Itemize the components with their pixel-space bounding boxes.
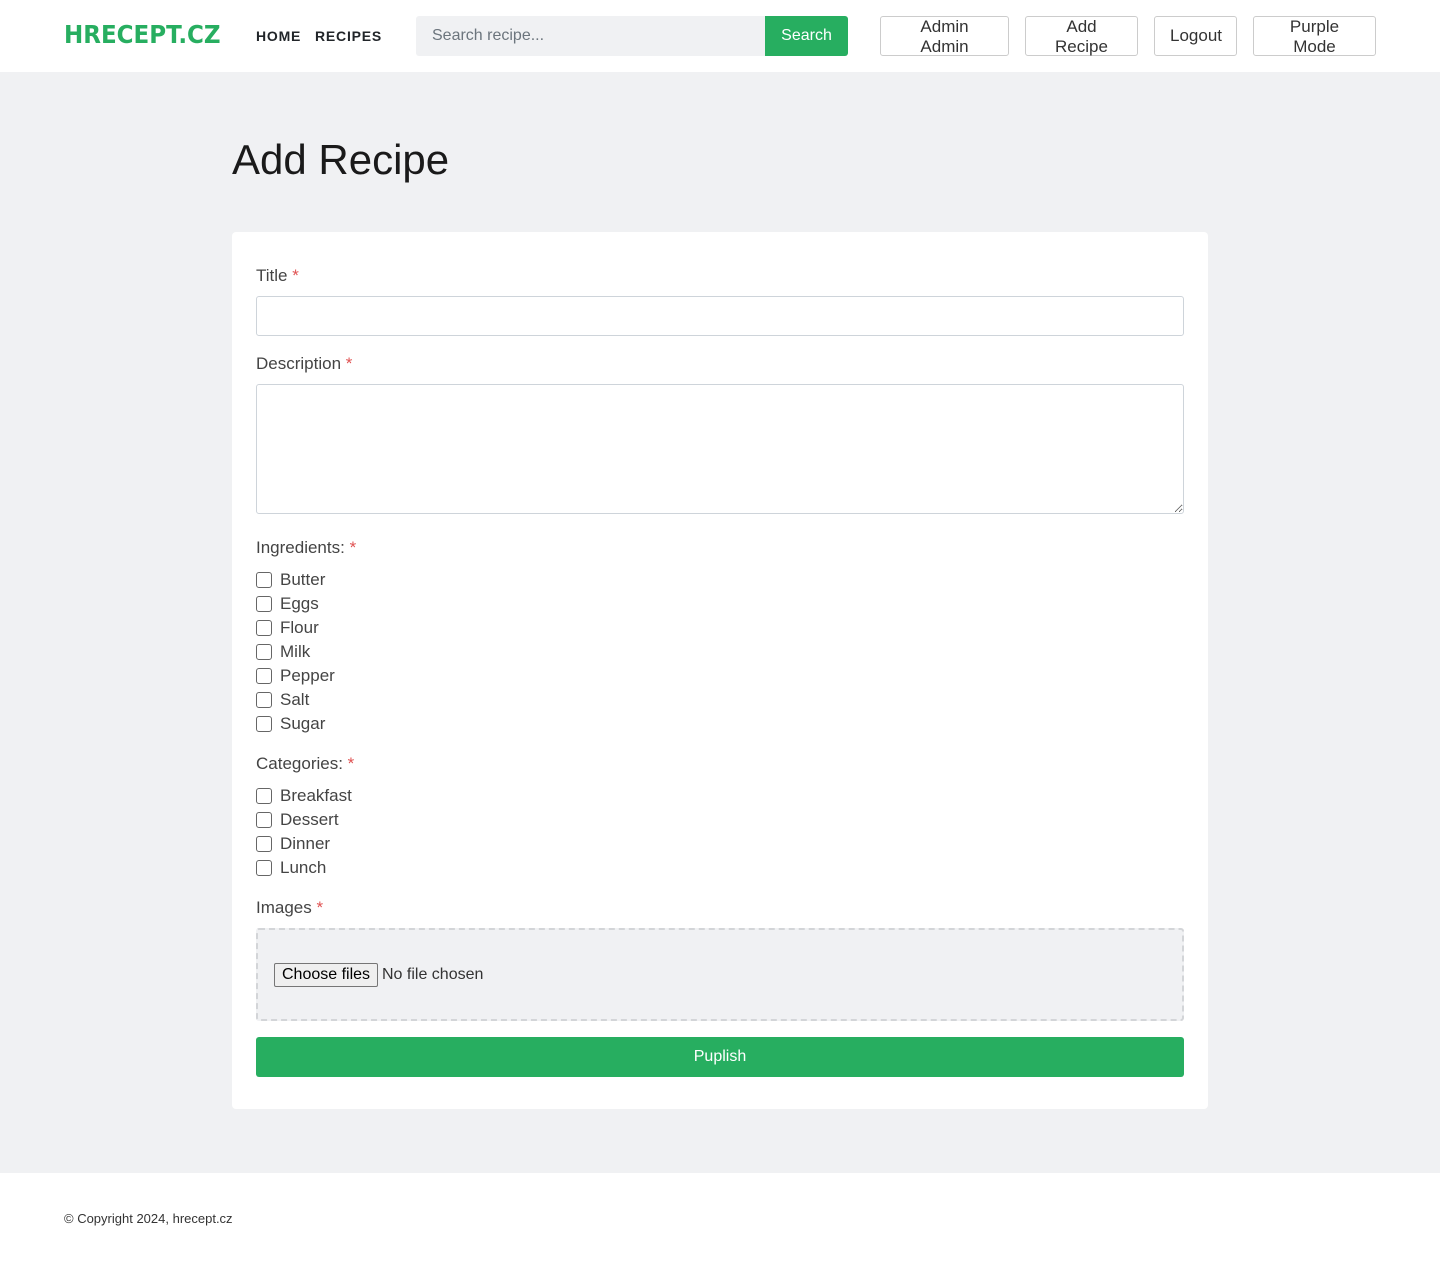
required-marker: *	[345, 354, 353, 373]
title-label-text: Title	[256, 266, 288, 285]
category-option[interactable]: Breakfast	[256, 786, 352, 806]
ingredient-label: Salt	[280, 690, 310, 709]
ingredient-option[interactable]: Butter	[256, 570, 325, 590]
page-title: Add Recipe	[232, 136, 450, 183]
ingredient-checkbox[interactable]	[256, 644, 272, 660]
required-marker: *	[347, 754, 355, 773]
copyright-text: © Copyright 2024, hrecept.cz	[64, 1211, 233, 1226]
ingredient-checkbox[interactable]	[256, 692, 272, 708]
ingredient-option[interactable]: Eggs	[256, 594, 319, 614]
category-label: Breakfast	[280, 786, 352, 805]
choose-files-button[interactable]: Choose files	[274, 963, 379, 987]
ingredient-label: Butter	[280, 570, 326, 589]
search-button[interactable]: Search	[765, 16, 848, 56]
description-textarea[interactable]	[256, 384, 1184, 514]
category-label: Dessert	[280, 810, 339, 829]
category-checkbox[interactable]	[256, 836, 272, 852]
category-option[interactable]: Lunch	[256, 858, 326, 878]
site-footer: © Copyright 2024, hrecept.cz	[0, 1173, 1440, 1261]
ingredient-option[interactable]: Sugar	[256, 714, 325, 734]
purple-mode-button[interactable]: Purple Mode	[1253, 16, 1376, 56]
logout-button[interactable]: Logout	[1154, 16, 1237, 56]
add-recipe-form: Title * Description * Ingredients: * But…	[232, 232, 1208, 1109]
images-label-text: Images	[256, 898, 312, 917]
ingredient-checkbox[interactable]	[256, 620, 272, 636]
category-option[interactable]: Dessert	[256, 810, 339, 830]
publish-button[interactable]: Puplish	[256, 1037, 1184, 1077]
ingredient-label: Sugar	[280, 714, 326, 733]
ingredients-label: Ingredients: *	[256, 538, 356, 558]
ingredient-checkbox[interactable]	[256, 572, 272, 588]
search-input[interactable]	[416, 16, 766, 56]
category-label: Dinner	[280, 834, 331, 853]
description-label-text: Description	[256, 354, 342, 373]
title-label: Title *	[256, 266, 299, 286]
required-marker: *	[292, 266, 299, 285]
ingredient-checkbox[interactable]	[256, 716, 272, 732]
title-input[interactable]	[256, 296, 1184, 336]
ingredient-option[interactable]: Pepper	[256, 666, 335, 686]
categories-label-text: Categories:	[256, 754, 343, 773]
add-recipe-button[interactable]: Add Recipe	[1025, 16, 1138, 56]
nav-home-link[interactable]: HOME	[256, 28, 301, 44]
description-label: Description *	[256, 354, 352, 374]
ingredient-option[interactable]: Milk	[256, 642, 310, 662]
category-checkbox[interactable]	[256, 788, 272, 804]
category-option[interactable]: Dinner	[256, 834, 330, 854]
site-logo[interactable]: HRECEPT.CZ	[64, 20, 221, 50]
main-content: Add Recipe Title * Description * Ingredi…	[0, 72, 1440, 1173]
ingredient-option[interactable]: Salt	[256, 690, 309, 710]
category-label: Lunch	[280, 858, 327, 877]
file-status-text: No file chosen	[382, 966, 484, 983]
image-dropzone[interactable]: Choose files No file chosen	[256, 928, 1184, 1021]
images-label: Images *	[256, 898, 323, 918]
site-header: HRECEPT.CZ HOME RECIPES Search Admin Adm…	[0, 0, 1440, 72]
admin-profile-button[interactable]: Admin Admin	[880, 16, 1009, 56]
category-checkbox[interactable]	[256, 812, 272, 828]
required-marker: *	[349, 538, 357, 557]
ingredient-label: Eggs	[280, 594, 319, 613]
ingredient-checkbox[interactable]	[256, 668, 272, 684]
categories-label: Categories: *	[256, 754, 354, 774]
required-marker: *	[316, 898, 324, 917]
ingredient-label: Pepper	[280, 666, 335, 685]
ingredient-label: Flour	[280, 618, 319, 637]
ingredient-checkbox[interactable]	[256, 596, 272, 612]
ingredient-option[interactable]: Flour	[256, 618, 319, 638]
nav-recipes-link[interactable]: RECIPES	[315, 28, 382, 44]
category-checkbox[interactable]	[256, 860, 272, 876]
ingredient-label: Milk	[280, 642, 311, 661]
ingredients-label-text: Ingredients:	[256, 538, 345, 557]
